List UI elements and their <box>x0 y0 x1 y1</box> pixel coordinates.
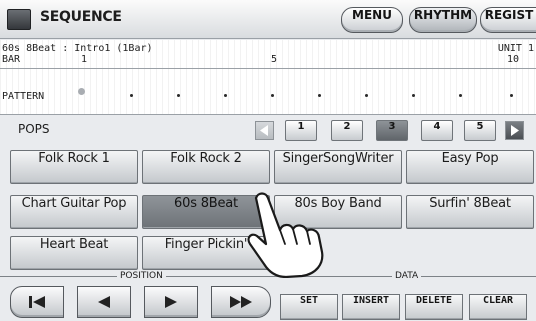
pattern-dot <box>459 94 462 97</box>
back-button[interactable] <box>77 286 131 318</box>
back-icon <box>98 296 110 308</box>
bar-mark-1: 1 <box>81 54 88 65</box>
pattern-dot <box>365 94 368 97</box>
fast-forward-button[interactable] <box>211 286 271 318</box>
voice-button[interactable]: Heart Beat <box>10 236 138 270</box>
pattern-dot <box>177 94 180 97</box>
menu-button[interactable]: MENU <box>341 7 403 33</box>
voice-button[interactable]: Folk Rock 1 <box>10 150 138 184</box>
page-5-button[interactable]: 5 <box>464 120 496 141</box>
page-left-button[interactable] <box>255 121 274 140</box>
delete-button[interactable]: DELETE <box>405 294 463 320</box>
page-3-button[interactable]: 3 <box>376 120 408 141</box>
voice-button[interactable]: Folk Rock 2 <box>142 150 270 184</box>
skip-to-start-button[interactable] <box>10 286 64 318</box>
page-4-button[interactable]: 4 <box>421 120 453 141</box>
data-group-label: DATA <box>392 271 422 281</box>
sequence-info-display: 60s 8Beat : Intro1 (1Bar) UNIT 1 BAR 1 5… <box>0 40 536 115</box>
page-2-button[interactable]: 2 <box>331 120 363 141</box>
play-icon <box>165 296 177 308</box>
rhythm-button[interactable]: RHYTHM <box>409 7 477 33</box>
pattern-dot <box>271 94 274 97</box>
voice-button[interactable]: Surfin' 8Beat <box>406 195 534 229</box>
sequence-icon <box>7 9 31 30</box>
page-right-button[interactable] <box>505 121 524 140</box>
pattern-dot <box>224 94 227 97</box>
right-arrow-icon <box>511 125 519 136</box>
bar-label: BAR <box>2 54 21 65</box>
info-divider <box>0 68 536 69</box>
clear-button[interactable]: CLEAR <box>469 294 527 320</box>
left-arrow-icon <box>260 125 268 136</box>
pattern-dot <box>130 94 133 97</box>
pattern-dot <box>510 94 513 97</box>
unit-label: UNIT 1 <box>497 43 534 54</box>
page-title: SEQUENCE <box>40 9 122 25</box>
page-1-button[interactable]: 1 <box>285 120 317 141</box>
song-name: 60s 8Beat : Intro1 (1Bar) <box>2 43 153 54</box>
pointing-hand-icon <box>247 192 324 278</box>
regist-button[interactable]: REGIST <box>480 7 536 33</box>
bar-mark-5: 5 <box>271 54 278 65</box>
pattern-dot <box>318 94 321 97</box>
title-bar: SEQUENCE MENU RHYTHM REGIST <box>0 0 536 39</box>
set-button[interactable]: SET <box>280 294 338 320</box>
pattern-cursor <box>78 88 85 95</box>
pattern-dot <box>412 94 415 97</box>
sequence-screen: SEQUENCE MENU RHYTHM REGIST 60s 8Beat : … <box>0 0 536 321</box>
fast-forward-icon <box>230 296 252 308</box>
voice-button[interactable]: SingerSongWriter <box>274 150 402 184</box>
category-label: POPS <box>18 122 50 136</box>
pattern-label: PATTERN <box>2 91 45 102</box>
bar-mark-10: 10 <box>507 54 520 65</box>
insert-button[interactable]: INSERT <box>342 294 400 320</box>
voice-button[interactable]: Chart Guitar Pop <box>10 195 138 229</box>
skip-to-start-icon <box>29 296 45 308</box>
position-group-label: POSITION <box>117 271 166 281</box>
voice-button[interactable]: Easy Pop <box>406 150 534 184</box>
play-button[interactable] <box>144 286 198 318</box>
